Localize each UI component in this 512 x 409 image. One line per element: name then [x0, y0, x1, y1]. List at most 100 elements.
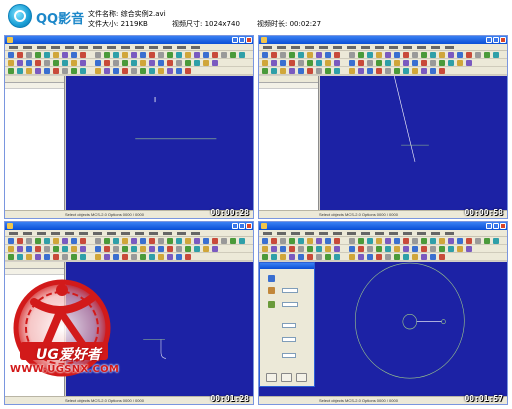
toolbar-button-icon[interactable]	[149, 238, 155, 244]
toolbar-button-icon[interactable]	[358, 52, 364, 58]
toolbar-button-icon[interactable]	[131, 60, 137, 66]
toolbar-button-icon[interactable]	[289, 68, 295, 74]
toolbar-button-icon[interactable]	[457, 238, 463, 244]
toolbar-button-icon[interactable]	[298, 254, 304, 260]
toolbar-button-icon[interactable]	[367, 60, 373, 66]
toolbar-button-icon[interactable]	[140, 246, 146, 252]
menu-item[interactable]	[51, 232, 60, 235]
menu-item[interactable]	[361, 232, 370, 235]
toolbar-button-icon[interactable]	[62, 238, 68, 244]
toolbar-button-icon[interactable]	[439, 52, 445, 58]
menu-item[interactable]	[121, 232, 130, 235]
menu-item[interactable]	[403, 46, 412, 49]
toolbar-button-icon[interactable]	[113, 60, 119, 66]
menu-item[interactable]	[37, 232, 46, 235]
toolbar-button-icon[interactable]	[349, 254, 355, 260]
toolbar-button-icon[interactable]	[307, 52, 313, 58]
menu-item[interactable]	[51, 46, 60, 49]
toolbar-button-icon[interactable]	[158, 60, 164, 66]
menu-item[interactable]	[135, 46, 144, 49]
toolbar-button-icon[interactable]	[203, 238, 209, 244]
toolbar-button-icon[interactable]	[149, 68, 155, 74]
menu-item[interactable]	[417, 46, 426, 49]
toolbar-button-icon[interactable]	[262, 60, 268, 66]
toolbar-button-icon[interactable]	[122, 246, 128, 252]
menu-item[interactable]	[79, 46, 88, 49]
dialog-value-field[interactable]	[282, 288, 298, 293]
toolbar-button-icon[interactable]	[334, 52, 340, 58]
menu-item[interactable]	[191, 46, 200, 49]
toolbar-button-icon[interactable]	[239, 238, 245, 244]
menu-item[interactable]	[107, 232, 116, 235]
toolbar-button-icon[interactable]	[44, 238, 50, 244]
toolbar-button-icon[interactable]	[194, 246, 200, 252]
toolbar-button-icon[interactable]	[262, 238, 268, 244]
toolbar-button-icon[interactable]	[230, 238, 236, 244]
toolbar-button-icon[interactable]	[448, 246, 454, 252]
toolbar-button-icon[interactable]	[358, 254, 364, 260]
toolbar-button-icon[interactable]	[80, 238, 86, 244]
toolbar-button-icon[interactable]	[316, 52, 322, 58]
toolbar-button-icon[interactable]	[8, 254, 14, 260]
toolbar-button-icon[interactable]	[271, 246, 277, 252]
toolbar-button-icon[interactable]	[17, 238, 23, 244]
toolbar-button-icon[interactable]	[430, 60, 436, 66]
toolbar-button-icon[interactable]	[385, 238, 391, 244]
toolbar-button-icon[interactable]	[325, 60, 331, 66]
toolbar-button-icon[interactable]	[17, 60, 23, 66]
toolbar-button-icon[interactable]	[475, 238, 481, 244]
toolbar-button-icon[interactable]	[26, 246, 32, 252]
toolbar-button-icon[interactable]	[484, 52, 490, 58]
toolbar-button-icon[interactable]	[95, 68, 101, 74]
toolbar-button-icon[interactable]	[176, 254, 182, 260]
toolbar-button-icon[interactable]	[212, 238, 218, 244]
toolbar-button-icon[interactable]	[167, 254, 173, 260]
toolbar-button-icon[interactable]	[475, 52, 481, 58]
toolbar-button-icon[interactable]	[62, 254, 68, 260]
menu-item[interactable]	[177, 46, 186, 49]
toolbar-button-icon[interactable]	[376, 52, 382, 58]
toolbar-button-icon[interactable]	[26, 238, 32, 244]
toolbar-button-icon[interactable]	[104, 68, 110, 74]
toolbar-button-icon[interactable]	[403, 60, 409, 66]
toolbar-button-icon[interactable]	[113, 68, 119, 74]
toolbar-button-icon[interactable]	[26, 52, 32, 58]
toolbar-button-icon[interactable]	[35, 52, 41, 58]
toolbar-button-icon[interactable]	[158, 254, 164, 260]
toolbar-button-icon[interactable]	[358, 246, 364, 252]
menu-item[interactable]	[291, 232, 300, 235]
toolbar-button-icon[interactable]	[394, 52, 400, 58]
toolbar-button-icon[interactable]	[421, 68, 427, 74]
toolbar-button-icon[interactable]	[17, 246, 23, 252]
menu-item[interactable]	[37, 46, 46, 49]
toolbar-button-icon[interactable]	[71, 246, 77, 252]
dialog-tool-icon[interactable]	[268, 287, 275, 294]
menu-item[interactable]	[163, 46, 172, 49]
toolbar-button-icon[interactable]	[280, 238, 286, 244]
toolbar-button-icon[interactable]	[358, 60, 364, 66]
toolbar-button-icon[interactable]	[439, 238, 445, 244]
toolbar-button-icon[interactable]	[385, 52, 391, 58]
menu-item[interactable]	[177, 232, 186, 235]
toolbar-button-icon[interactable]	[44, 246, 50, 252]
toolbar-button-icon[interactable]	[457, 52, 463, 58]
toolbar-button-icon[interactable]	[80, 254, 86, 260]
toolbar-button-icon[interactable]	[158, 68, 164, 74]
toolbar-button-icon[interactable]	[35, 60, 41, 66]
toolbar-button-icon[interactable]	[158, 246, 164, 252]
toolbar-button-icon[interactable]	[17, 254, 23, 260]
toolbar-button-icon[interactable]	[298, 60, 304, 66]
toolbar-button-icon[interactable]	[95, 246, 101, 252]
toolbar-button-icon[interactable]	[334, 246, 340, 252]
toolbar-button-icon[interactable]	[158, 52, 164, 58]
toolbar-button-icon[interactable]	[394, 254, 400, 260]
menu-item[interactable]	[135, 232, 144, 235]
menu-item[interactable]	[291, 46, 300, 49]
toolbar-button-icon[interactable]	[95, 52, 101, 58]
toolbar-button-icon[interactable]	[316, 68, 322, 74]
toolbar-button-icon[interactable]	[176, 246, 182, 252]
toolbar-button-icon[interactable]	[167, 68, 173, 74]
dialog-value-field[interactable]	[282, 337, 296, 342]
toolbar-button-icon[interactable]	[367, 246, 373, 252]
toolbar-button-icon[interactable]	[122, 52, 128, 58]
